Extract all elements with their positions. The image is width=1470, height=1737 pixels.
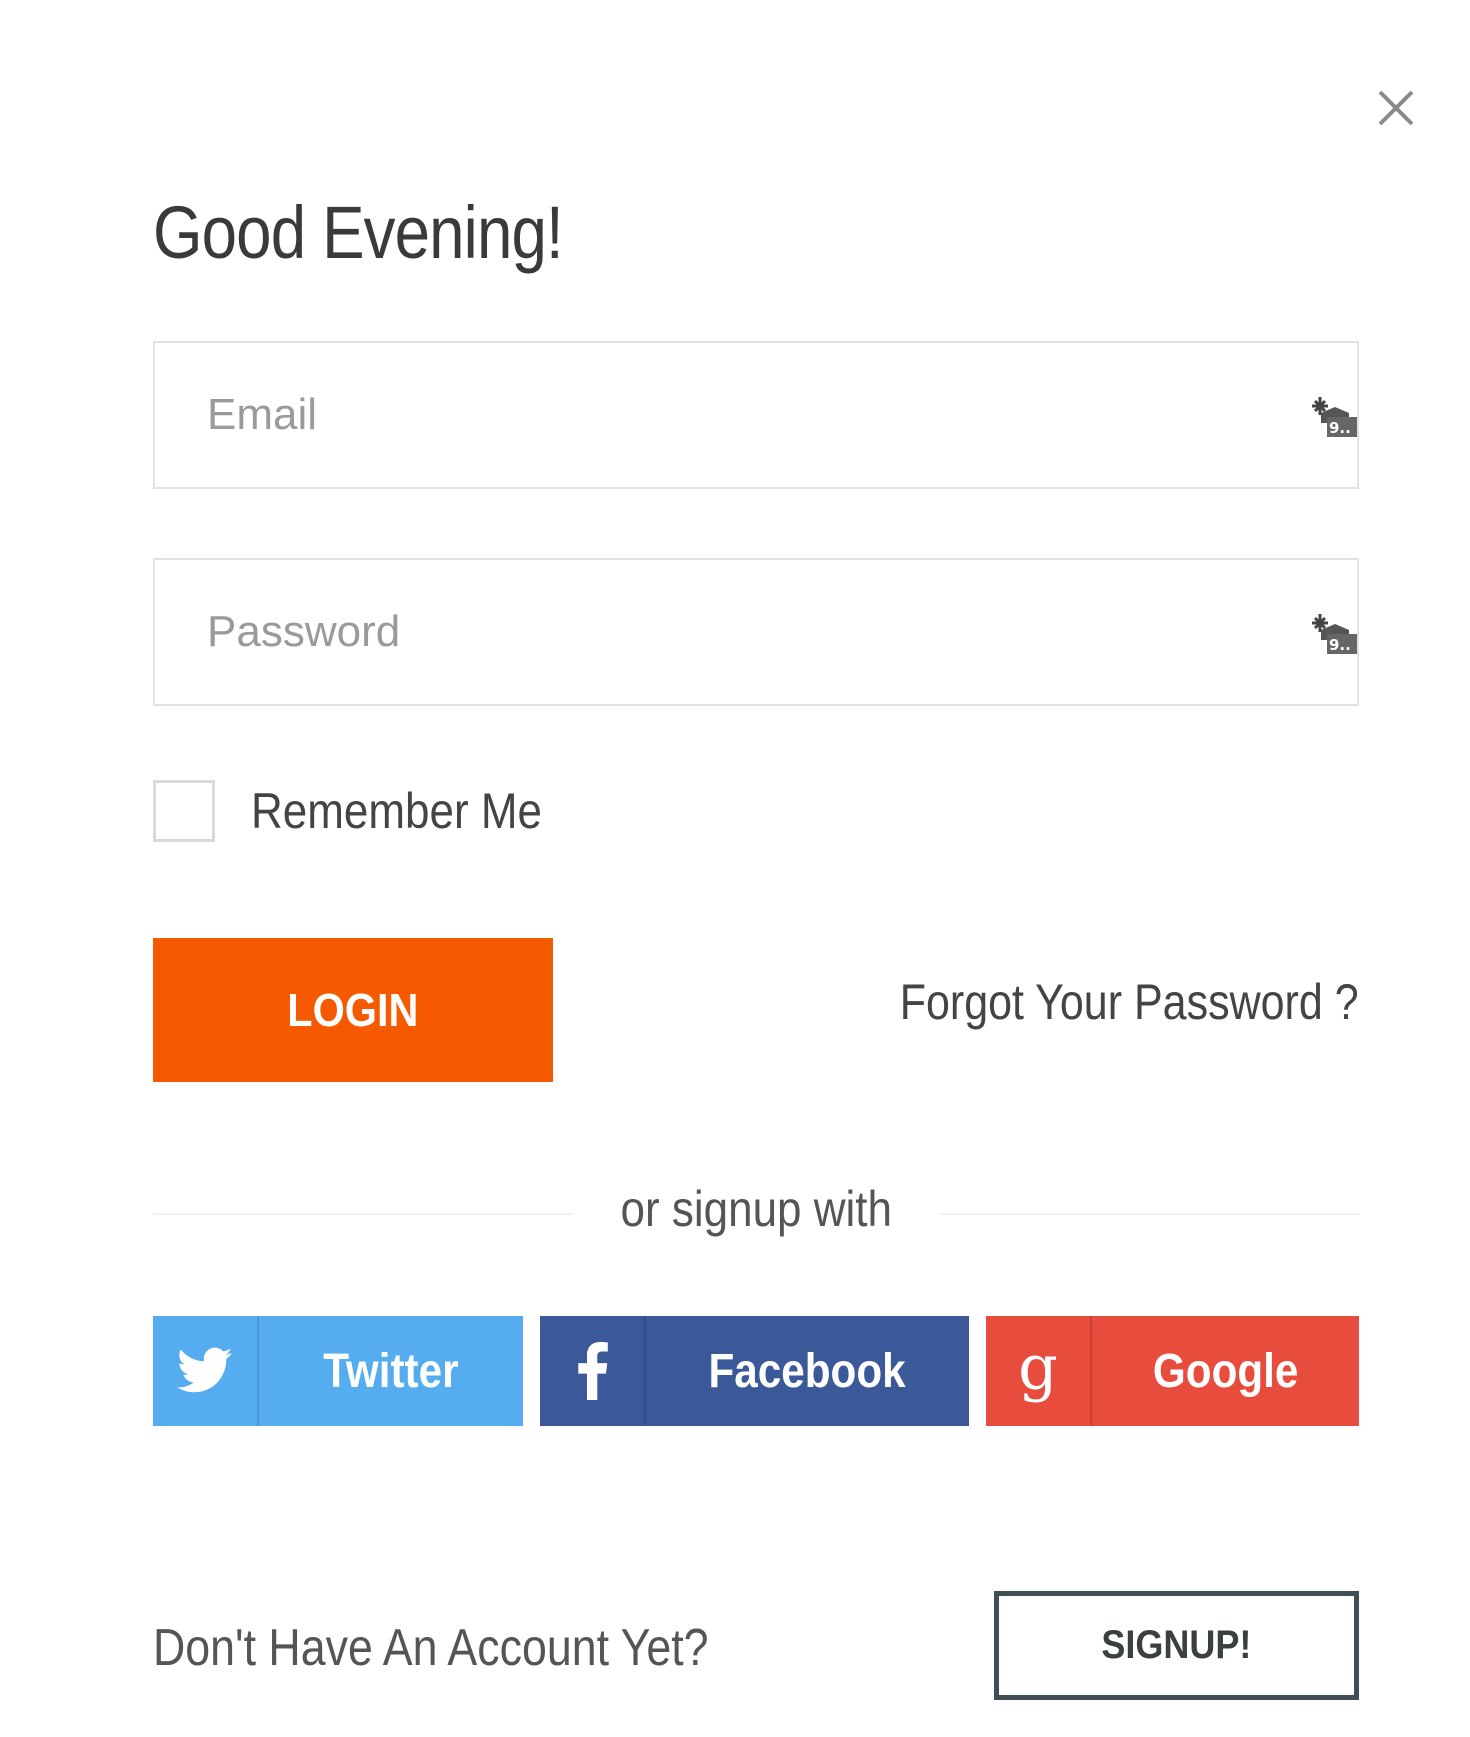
facebook-icon <box>540 1316 646 1426</box>
close-icon <box>1378 90 1414 126</box>
google-icon: g <box>986 1316 1092 1426</box>
twitter-button[interactable]: Twitter <box>153 1316 523 1426</box>
svg-text:9..: 9.. <box>1329 419 1351 437</box>
remember-me-checkbox[interactable] <box>153 780 215 842</box>
email-field: 9.. <box>153 341 1359 489</box>
remember-me-row: Remember Me <box>153 779 582 843</box>
divider-text: or signup with <box>0 1180 1470 1238</box>
signup-button[interactable]: SIGNUP! <box>994 1591 1359 1700</box>
svg-text:g: g <box>1018 1339 1058 1403</box>
login-button[interactable]: LOGIN <box>153 938 553 1082</box>
twitter-icon <box>153 1316 259 1426</box>
google-label: Google <box>1152 1344 1299 1398</box>
google-button[interactable]: g Google <box>986 1316 1359 1426</box>
facebook-label: Facebook <box>708 1344 907 1398</box>
password-field: 9.. <box>153 558 1359 706</box>
email-input[interactable] <box>207 343 1247 487</box>
twitter-label: Twitter <box>323 1344 459 1398</box>
signup-button-label: SIGNUP! <box>1101 1623 1252 1667</box>
forgot-password-link[interactable]: Forgot Your Password ? <box>900 973 1359 1031</box>
svg-text:9..: 9.. <box>1329 636 1351 654</box>
page-title: Good Evening! <box>153 191 564 274</box>
remember-me-label[interactable]: Remember Me <box>251 782 542 840</box>
divider-label: or signup with <box>620 1181 892 1237</box>
key-icon[interactable]: 9.. <box>1309 610 1359 658</box>
facebook-button[interactable]: Facebook <box>540 1316 969 1426</box>
no-account-text: Don't Have An Account Yet? <box>153 1619 709 1677</box>
login-button-label: LOGIN <box>287 984 419 1036</box>
login-modal: Good Evening! 9.. 9.. Remember Me LOGIN … <box>0 0 1470 1737</box>
key-icon[interactable]: 9.. <box>1309 393 1359 441</box>
password-input[interactable] <box>207 560 1247 704</box>
close-button[interactable] <box>1372 84 1420 132</box>
